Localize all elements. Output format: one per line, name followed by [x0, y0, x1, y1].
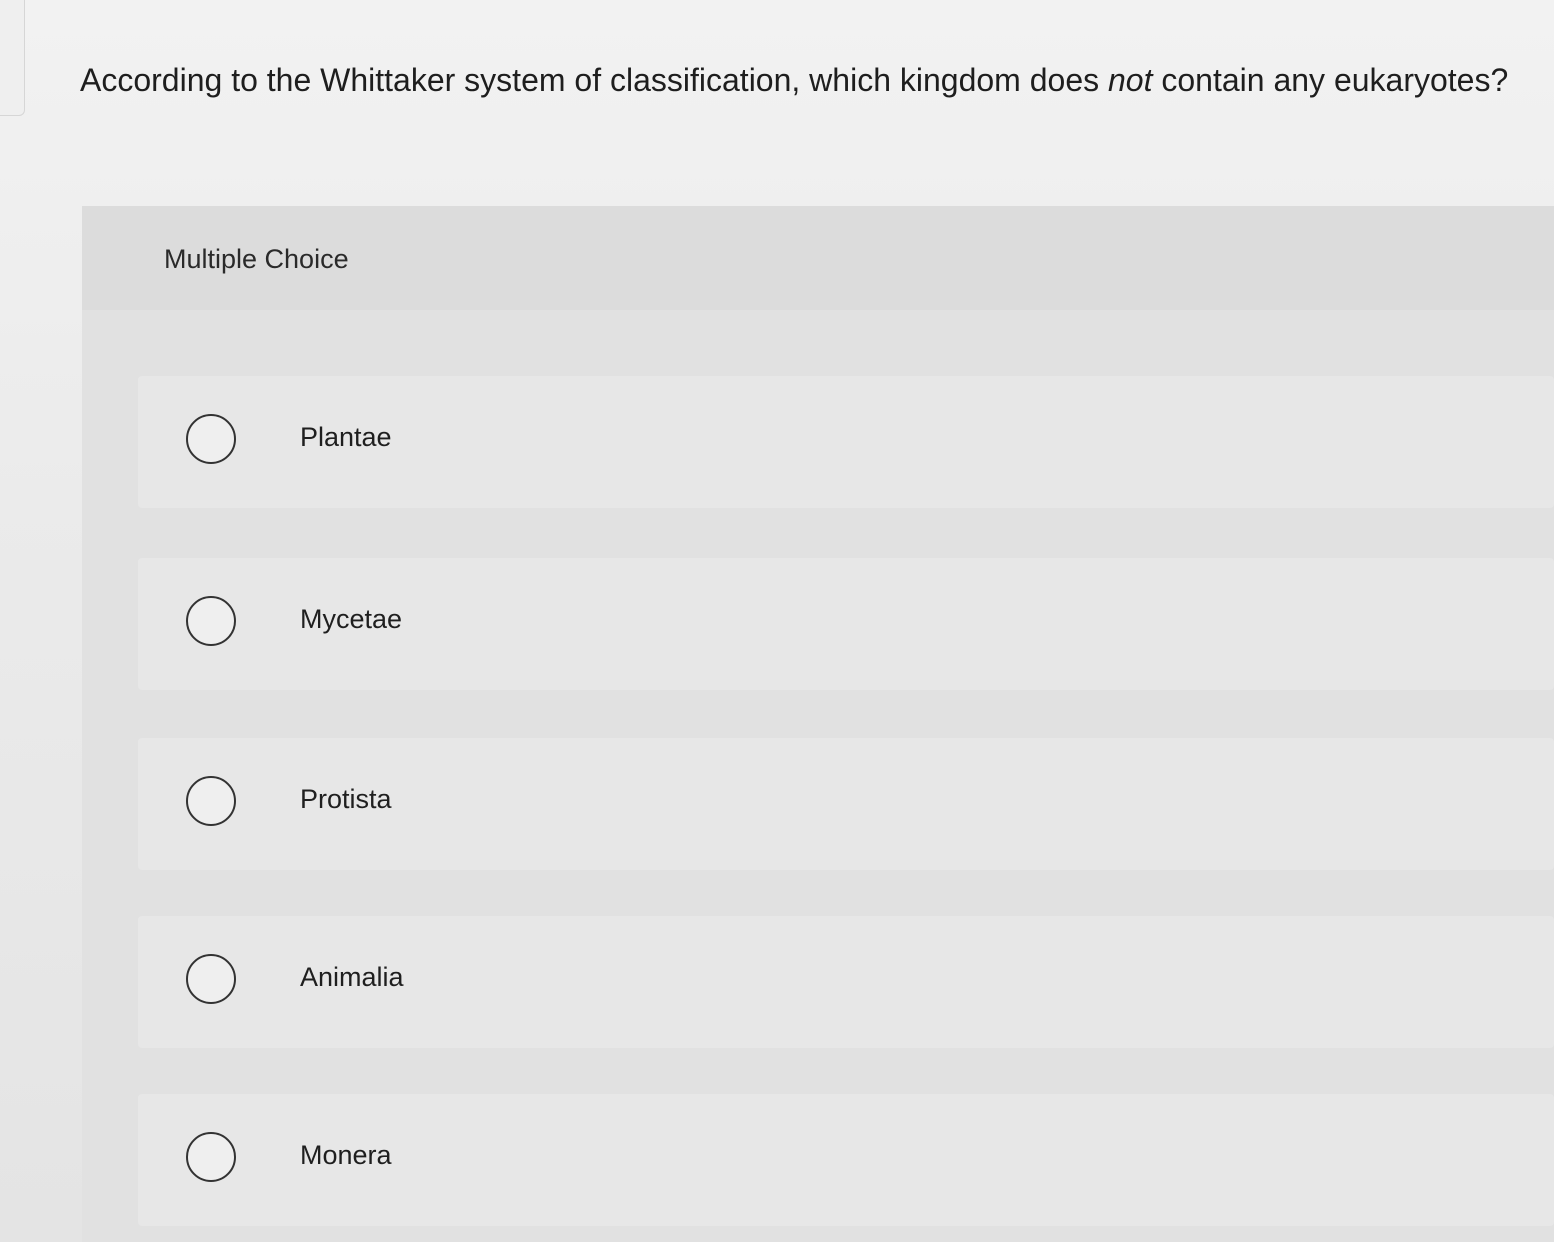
- option-mycetae[interactable]: Mycetae: [138, 558, 1554, 690]
- multiple-choice-header: Multiple Choice: [82, 206, 1554, 310]
- radio-button-icon[interactable]: [186, 776, 236, 826]
- option-animalia[interactable]: Animalia: [138, 916, 1554, 1048]
- option-label: Protista: [300, 784, 392, 814]
- multiple-choice-panel: Multiple Choice Plantae Mycetae Protista…: [82, 206, 1554, 1242]
- radio-button-icon[interactable]: [186, 954, 236, 1004]
- left-panel-edge: [0, 0, 25, 116]
- question-text-after: contain any eukaryotes?: [1152, 62, 1509, 98]
- question-text: According to the Whittaker system of cla…: [80, 58, 1550, 102]
- radio-button-icon[interactable]: [186, 1132, 236, 1182]
- radio-button-icon[interactable]: [186, 596, 236, 646]
- page: According to the Whittaker system of cla…: [0, 0, 1554, 1242]
- option-monera[interactable]: Monera: [138, 1094, 1554, 1226]
- option-label: Animalia: [300, 962, 404, 992]
- option-protista[interactable]: Protista: [138, 738, 1554, 870]
- radio-button-icon[interactable]: [186, 414, 236, 464]
- option-label: Plantae: [300, 422, 392, 452]
- option-label: Mycetae: [300, 604, 403, 634]
- question-emphasis: not: [1108, 62, 1153, 98]
- option-plantae[interactable]: Plantae: [138, 376, 1554, 508]
- option-label: Monera: [300, 1140, 392, 1170]
- question-text-before: According to the Whittaker system of cla…: [80, 62, 1108, 98]
- multiple-choice-label: Multiple Choice: [164, 244, 349, 274]
